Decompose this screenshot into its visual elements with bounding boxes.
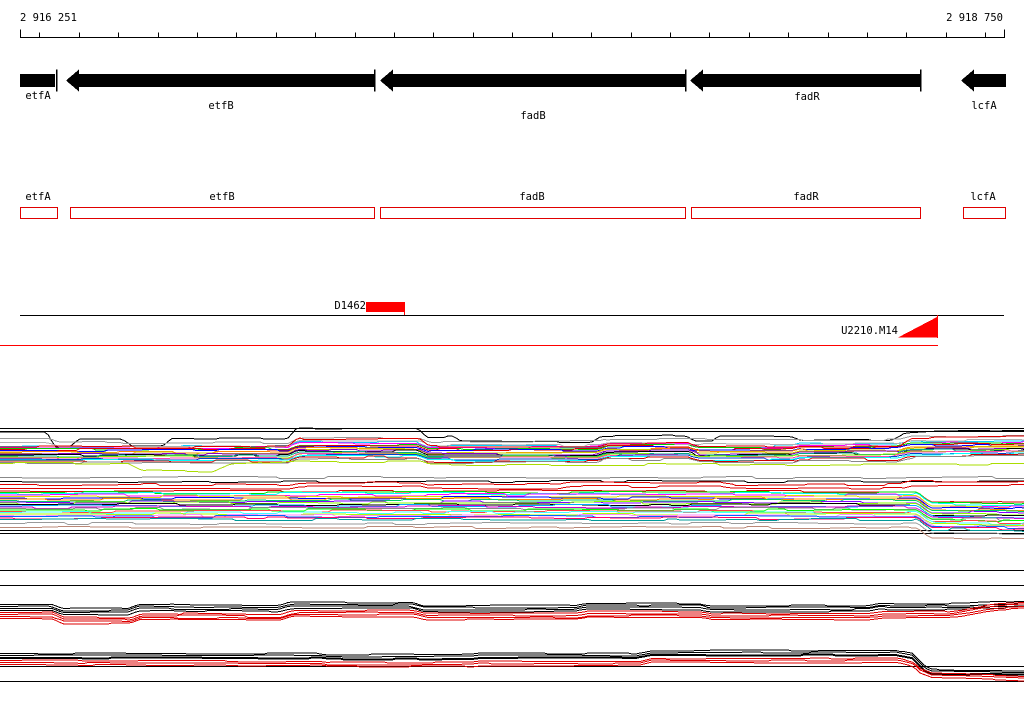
profile-curve-line xyxy=(0,657,1024,677)
gene-box-label-fadB: fadB xyxy=(519,191,545,203)
gene-arrow-label-etfB: etfB xyxy=(208,100,234,112)
gene-arrow-label-fadR: fadR xyxy=(794,91,820,103)
gene-arrow-etfA[interactable] xyxy=(20,74,55,87)
genome-plot-canvas xyxy=(0,29,1024,682)
gene-arrow-label-lcfA: lcfA xyxy=(971,100,997,112)
profile-curve-line xyxy=(0,435,1024,444)
profile-curve-line xyxy=(0,526,1024,540)
gene-box-label-lcfA: lcfA xyxy=(970,191,996,203)
ruler-end-label: 2 918 750 xyxy=(946,12,1003,24)
marker-u2210-triangle[interactable] xyxy=(898,316,938,338)
gene-arrow-endbar-etfB xyxy=(374,69,376,92)
gene-arrow-head-etfB[interactable] xyxy=(66,69,79,92)
ruler-start-label: 2 916 251 xyxy=(20,12,77,24)
gene-arrow-endbar-fadR xyxy=(920,69,922,92)
gene-box-label-fadR: fadR xyxy=(793,191,819,203)
profile-curve-line xyxy=(0,661,1024,682)
profile-curve-line xyxy=(0,476,1024,479)
profile-bundle-line xyxy=(0,518,1024,532)
gene-arrow-fadR[interactable] xyxy=(702,74,920,87)
gene-arrow-endbar-fadB xyxy=(685,69,687,92)
gene-box-etfA[interactable] xyxy=(20,207,58,219)
gene-arrow-endbar-etfA xyxy=(56,69,58,92)
gene-box-fadR[interactable] xyxy=(691,207,921,219)
genome-browser-view: 2 916 251 2 918 750 D1462 U2210.M14 etfA… xyxy=(0,0,1024,714)
marker-d1462-bar[interactable] xyxy=(366,302,405,312)
gene-arrow-head-lcfA[interactable] xyxy=(961,69,974,92)
gene-arrow-fadB[interactable] xyxy=(392,74,685,87)
gene-arrow-head-fadB[interactable] xyxy=(380,69,393,92)
gene-arrow-head-fadR[interactable] xyxy=(690,69,703,92)
marker-d1462-label: D1462 xyxy=(334,300,366,312)
gene-arrow-lcfA[interactable] xyxy=(973,74,1006,87)
gene-box-label-etfB: etfB xyxy=(209,191,235,203)
gene-arrow-etfB[interactable] xyxy=(78,74,374,87)
gene-box-label-etfA: etfA xyxy=(25,191,51,203)
gene-arrow-label-etfA: etfA xyxy=(25,90,51,102)
gene-box-etfB[interactable] xyxy=(70,207,375,219)
profile-curve-line xyxy=(0,480,1024,483)
marker-u2210-label: U2210.M14 xyxy=(841,325,898,337)
gene-box-lcfA[interactable] xyxy=(963,207,1006,219)
gene-arrow-label-fadB: fadB xyxy=(520,110,546,122)
gene-box-fadB[interactable] xyxy=(380,207,686,219)
